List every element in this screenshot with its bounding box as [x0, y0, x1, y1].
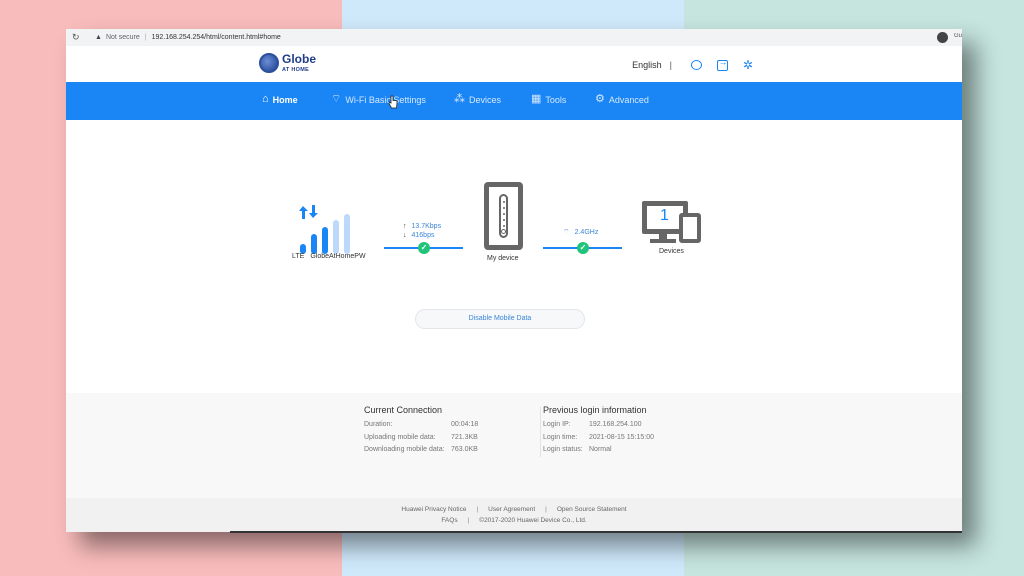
wifi-icon: ⌔: [331, 93, 342, 105]
nav-advanced-label: Advanced: [608, 94, 649, 105]
user-agreement-link[interactable]: User Agreement: [488, 506, 535, 513]
info-row: Downloading mobile data: 763.0KB: [364, 446, 478, 459]
logo-brand: Globe: [282, 52, 317, 66]
nav-home-label: Home: [272, 94, 298, 105]
logout-icon[interactable]: [716, 57, 728, 71]
login-time-label: Login time:: [543, 433, 578, 441]
network-label: LTE GlobeAtHomePW: [292, 253, 366, 260]
current-connection-title: Current Connection: [364, 405, 443, 415]
signal-bar-3: [322, 227, 328, 254]
login-status-value: Normal: [589, 446, 612, 453]
previous-login-panel: Previous login information Login IP: 192.…: [543, 405, 654, 459]
nav-home[interactable]: ⌂ Home: [262, 94, 298, 105]
security-label[interactable]: Not secure: [106, 34, 140, 41]
wifi-band-label: ⌔ 2.4GHz: [563, 228, 598, 237]
address-separator: |: [144, 34, 147, 41]
page-header: Globe AT HOME English | ✲: [66, 46, 962, 82]
disable-mobile-data-button[interactable]: Disable Mobile Data: [415, 309, 585, 329]
globe-logo[interactable]: Globe AT HOME: [259, 53, 316, 74]
previous-login-title: Previous login information: [543, 405, 647, 415]
header-actions: English | ✲: [632, 57, 754, 73]
upload-arrow-icon: ↑: [403, 223, 407, 230]
connected-devices-count: 1: [660, 207, 669, 224]
network-type: LTE: [292, 253, 305, 260]
status-panel: LTE GlobeAtHomePW ↑ 13.7Kbps ↓ 416bps ✓ My …: [66, 120, 962, 395]
download-arrow-icon: ↓: [403, 232, 407, 239]
wifi-small-icon: ⌔: [563, 229, 570, 236]
header-divider: |: [669, 60, 672, 70]
signal-strength-indicator: [298, 204, 358, 254]
info-row: Login IP: 192.168.254.100: [543, 421, 654, 434]
router-icon[interactable]: [484, 182, 523, 250]
login-ip-label: Login IP:: [543, 421, 571, 428]
mouse-cursor-icon: [388, 95, 398, 109]
browser-window: ↻ ▲ Not secure | 192.168.254.254/html/co…: [66, 29, 962, 533]
reload-icon[interactable]: ↻: [72, 32, 80, 43]
globe-logo-icon: [259, 53, 279, 74]
nav-devices-label: Devices: [469, 94, 502, 105]
main-nav: ⌂ Home ⌔ Wi-Fi Basic Settings ⁂ Devices …: [66, 82, 962, 120]
nav-tools[interactable]: ▦ Tools: [531, 94, 566, 105]
signal-bar-5: [344, 214, 350, 254]
nav-wifi-basic-settings[interactable]: ⌔ Wi-Fi Basic Settings: [331, 94, 426, 105]
connection-info-section: Current Connection Duration: 00:04:18 Upl…: [66, 393, 962, 498]
network-name: GlobeAtHomePW: [310, 253, 366, 260]
phone-icon: [679, 213, 701, 243]
nav-tools-label: Tools: [545, 94, 567, 105]
info-row: Login status: Normal: [543, 446, 654, 459]
monitor-base-icon: [650, 239, 676, 243]
address-bar-url[interactable]: 192.168.254.254/html/content.html#home: [152, 34, 281, 41]
home-icon: ⌂: [262, 93, 269, 105]
tools-icon: ▦: [531, 93, 542, 105]
chat-icon[interactable]: [690, 59, 702, 71]
nav-devices[interactable]: ⁂ Devices: [454, 94, 501, 105]
info-divider: [540, 407, 541, 457]
duration-label: Duration:: [364, 421, 393, 428]
copyright-text: ©2017-2020 Huawei Device Co., Ltd.: [479, 517, 587, 524]
throughput-readout: ↑ 13.7Kbps ↓ 416bps: [403, 222, 441, 240]
devices-icon: ⁂: [454, 93, 465, 105]
upload-data-label: Uploading mobile data:: [364, 433, 436, 441]
duration-value: 00:04:18: [451, 421, 479, 428]
footer-separator: |: [476, 506, 479, 513]
download-data-value: 763.0KB: [451, 446, 478, 453]
login-time-value: 2021-08-15 15:15:00: [589, 433, 654, 441]
wifi-band-value: 2.4GHz: [574, 229, 599, 236]
nav-wifi-label: Wi-Fi Basic Settings: [345, 94, 426, 105]
wifi-connected-check-icon: ✓: [577, 242, 589, 254]
upload-data-value: 721.3KB: [451, 433, 478, 441]
data-transfer-arrows-icon: [299, 205, 318, 219]
faqs-link[interactable]: FAQs: [441, 517, 457, 524]
current-connection-panel: Current Connection Duration: 00:04:18 Upl…: [364, 405, 478, 459]
login-status-label: Login status:: [543, 446, 583, 453]
download-data-label: Downloading mobile data:: [364, 446, 445, 453]
profile-avatar-icon[interactable]: [937, 32, 948, 43]
info-row: Duration: 00:04:18: [364, 421, 478, 434]
upload-rate: 13.7Kbps: [411, 223, 442, 230]
privacy-notice-link[interactable]: Huawei Privacy Notice: [401, 506, 466, 513]
router-label: My device: [487, 255, 519, 262]
download-rate: 416bps: [411, 232, 435, 239]
wan-connected-check-icon: ✓: [418, 242, 430, 254]
footer-separator: |: [467, 517, 470, 524]
profile-label[interactable]: Gu: [954, 33, 962, 39]
open-source-statement-link[interactable]: Open Source Statement: [557, 506, 627, 513]
info-row: Login time: 2021-08-15 15:15:00: [543, 434, 654, 447]
page-footer: Huawei Privacy Notice | User Agreement |…: [66, 498, 962, 533]
signal-bar-4: [333, 220, 339, 254]
login-ip-value: 192.168.254.100: [589, 421, 642, 428]
window-bottom-edge: [230, 531, 962, 533]
logo-subtitle: AT HOME: [282, 67, 310, 73]
info-row: Uploading mobile data: 721.3KB: [364, 434, 478, 447]
footer-separator: |: [545, 506, 547, 513]
language-selector[interactable]: English: [632, 60, 662, 70]
warning-icon[interactable]: ▲: [95, 34, 102, 41]
loading-icon[interactable]: ✲: [742, 58, 754, 72]
signal-bar-2: [311, 234, 317, 254]
gear-icon: ⚙: [595, 93, 605, 105]
nav-advanced[interactable]: ⚙ Advanced: [595, 94, 649, 105]
browser-toolbar: ↻ ▲ Not secure | 192.168.254.254/html/co…: [66, 29, 962, 46]
devices-label: Devices: [659, 248, 684, 255]
